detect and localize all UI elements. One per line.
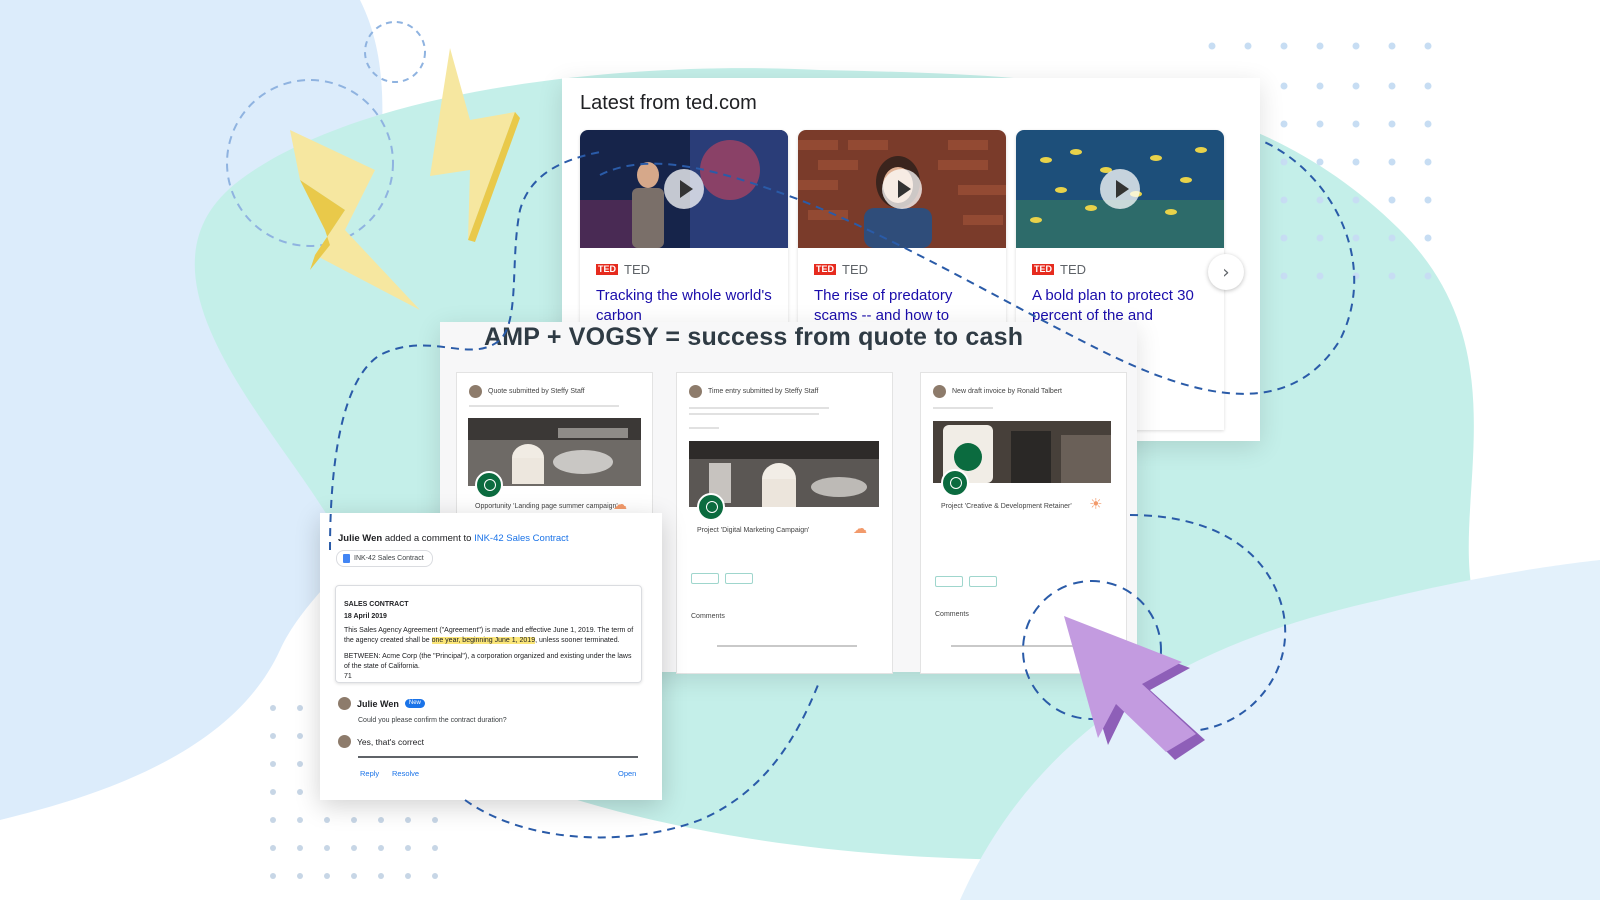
video-thumbnail <box>798 130 1006 248</box>
document-chip[interactable]: INK-42 Sales Contract <box>336 550 433 567</box>
email-card-time-entry: Time entry submitted by Steffy Staff Pro… <box>676 372 893 674</box>
avatar <box>338 735 351 748</box>
ted-panel-heading: Latest from ted.com <box>580 92 757 114</box>
document-link[interactable]: INK-42 Sales Contract <box>474 533 569 544</box>
avatar <box>689 385 702 398</box>
video-thumbnail <box>580 130 788 248</box>
resolve-button[interactable]: Resolve <box>392 769 419 778</box>
ted-logo: TED <box>814 264 836 275</box>
avatar <box>469 385 482 398</box>
approve-button[interactable] <box>935 576 963 587</box>
approve-button[interactable] <box>691 573 719 584</box>
contract-date: 18 April 2019 <box>344 613 387 620</box>
contract-paragraph: This Sales Agency Agreement ("Agreement"… <box>344 627 634 644</box>
contract-parties: BETWEEN: Acme Corp (the "Principal"), a … <box>344 653 632 670</box>
project-name: Project 'Creative & Development Retainer… <box>941 503 1072 510</box>
play-icon[interactable] <box>882 169 922 209</box>
new-badge: New <box>404 699 425 708</box>
source-label: TED <box>1060 262 1086 277</box>
video-thumbnail <box>1016 130 1224 248</box>
reply-input[interactable]: Yes, that's correct <box>357 737 424 747</box>
email-header: New draft invoice by Ronald Talbert <box>933 385 1062 398</box>
source-label: TED <box>624 262 650 277</box>
play-icon[interactable] <box>664 169 704 209</box>
reject-button[interactable] <box>725 573 753 584</box>
comment-notification-header: Julie Wen added a comment to INK-42 Sale… <box>338 533 569 544</box>
text-placeholder-line <box>689 413 819 415</box>
highlighted-text: one year, beginning June 1, 2019 <box>431 637 536 644</box>
email-header: Quote submitted by Steffy Staff <box>469 385 585 398</box>
reply-row[interactable]: Yes, that's correct <box>338 735 424 748</box>
docs-comment-card: Julie Wen added a comment to INK-42 Sale… <box>320 513 662 800</box>
reply-input-underline <box>358 756 638 758</box>
play-icon[interactable] <box>1100 169 1140 209</box>
email-subject: Time entry submitted by Steffy Staff <box>708 388 819 395</box>
email-subject: New draft invoice by Ronald Talbert <box>952 388 1062 395</box>
video-title-link[interactable]: Tracking the whole world's carbon <box>596 286 776 326</box>
video-source: TED TED <box>814 262 868 277</box>
amp-panel-title: AMP + VOGSY = success from quote to cash <box>484 323 1024 351</box>
video-source: TED TED <box>596 262 650 277</box>
chevron-right-icon: › <box>1222 261 1230 283</box>
comment-action: added a comment to <box>384 533 472 544</box>
comment-text: Could you please confirm the contract du… <box>358 717 507 724</box>
ted-logo: TED <box>1032 264 1054 275</box>
starbucks-logo <box>475 471 503 499</box>
starbucks-logo <box>697 493 725 521</box>
email-subject: Quote submitted by Steffy Staff <box>488 388 585 395</box>
project-name: Opportunity 'Landing page summer campaig… <box>475 503 618 510</box>
text-placeholder-line <box>933 407 993 409</box>
carousel-next-button[interactable]: › <box>1208 254 1244 290</box>
open-button[interactable]: Open <box>618 769 636 778</box>
text-placeholder-line <box>469 405 619 407</box>
sun-icon: ☀ <box>1089 495 1103 513</box>
email-header: Time entry submitted by Steffy Staff <box>689 385 818 398</box>
ted-logo: TED <box>596 264 618 275</box>
document-chip-label: INK-42 Sales Contract <box>354 555 424 562</box>
video-title-link[interactable]: The rise of predatory scams -- and how t… <box>814 286 994 326</box>
document-excerpt: SALES CONTRACT 18 April 2019 This Sales … <box>335 585 642 683</box>
cloud-sun-icon: ☁ <box>853 521 867 537</box>
video-title-link[interactable]: A bold plan to protect 30 percent of the… <box>1032 286 1212 326</box>
text-placeholder-line <box>689 427 719 429</box>
comment-author-row: Julie Wen New <box>338 697 425 710</box>
text-placeholder-line <box>689 407 829 409</box>
comment-input-line[interactable] <box>717 645 857 647</box>
avatar <box>933 385 946 398</box>
comments-heading: Comments <box>691 613 725 620</box>
reply-button[interactable]: Reply <box>360 769 379 778</box>
comment-input-line[interactable] <box>951 645 1091 647</box>
reject-button[interactable] <box>969 576 997 587</box>
source-label: TED <box>842 262 868 277</box>
contract-title: SALES CONTRACT <box>344 601 409 608</box>
document-icon <box>343 554 350 563</box>
video-source: TED TED <box>1032 262 1086 277</box>
avatar <box>338 697 351 710</box>
email-card-quote: Quote submitted by Steffy Staff Opportun… <box>456 372 653 524</box>
contract-page-number: 71 <box>344 673 352 680</box>
starbucks-logo <box>941 469 969 497</box>
commenter-name: Julie Wen <box>357 698 399 709</box>
cloud-icon: ☁ <box>613 497 627 513</box>
email-card-draft-invoice: New draft invoice by Ronald Talbert Proj… <box>920 372 1127 674</box>
comment-author: Julie Wen <box>338 533 383 544</box>
project-name: Project 'Digital Marketing Campaign' <box>697 527 810 534</box>
comments-heading: Comments <box>935 611 969 618</box>
